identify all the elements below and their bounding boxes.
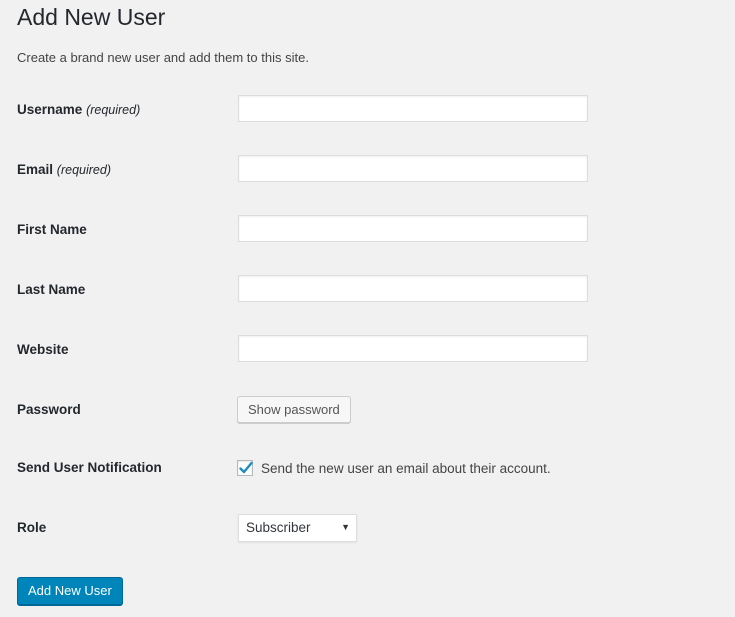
page-description: Create a brand new user and add them to … (17, 50, 309, 65)
email-label: Email (required) (17, 162, 111, 177)
required-note: (required) (86, 103, 141, 117)
username-input[interactable] (238, 95, 588, 122)
page-title: Add New User (17, 4, 166, 30)
role-label: Role (17, 520, 47, 535)
password-label: Password (17, 402, 81, 417)
send-notification-checkbox[interactable] (237, 460, 253, 476)
show-password-button[interactable]: Show password (237, 396, 351, 423)
add-new-user-button[interactable]: Add New User (17, 577, 123, 605)
last-name-label: Last Name (17, 282, 86, 297)
checkmark-icon (239, 461, 253, 474)
role-selected-value: Subscriber (246, 520, 311, 535)
first-name-label: First Name (17, 222, 87, 237)
website-input[interactable] (238, 335, 588, 362)
email-input[interactable] (238, 155, 588, 182)
first-name-input[interactable] (238, 215, 588, 242)
last-name-input[interactable] (238, 275, 588, 302)
role-select[interactable]: Subscriber ▼ (238, 514, 357, 542)
required-note: (required) (56, 163, 111, 177)
send-notification-text[interactable]: Send the new user an email about their a… (261, 460, 551, 478)
send-notification-label: Send User Notification (17, 460, 162, 475)
website-label: Website (17, 342, 69, 357)
username-label: Username (required) (17, 102, 141, 117)
dropdown-arrow-icon: ▼ (341, 522, 350, 532)
